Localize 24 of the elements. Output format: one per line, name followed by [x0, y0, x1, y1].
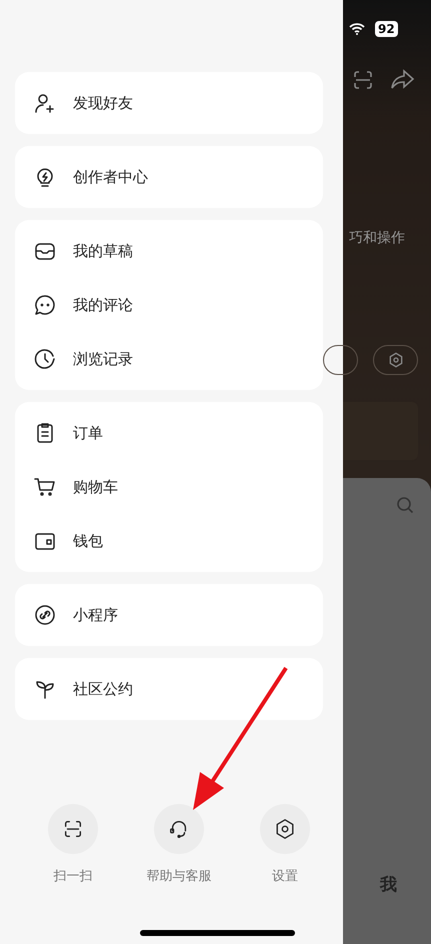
action-button[interactable]: 设置 [245, 804, 325, 886]
settings-icon [388, 352, 404, 368]
menu-item[interactable]: 钱包 [15, 514, 323, 568]
menu-item[interactable]: 我的草稿 [15, 224, 323, 278]
settings-icon [274, 818, 296, 840]
menu-item[interactable]: 浏览记录 [15, 332, 323, 386]
settings-pill-button[interactable] [373, 345, 418, 375]
menu-item[interactable]: 我的评论 [15, 278, 323, 332]
battery-level: 92 [375, 21, 398, 37]
menu-item[interactable]: 发现好友 [15, 76, 323, 130]
menu-item[interactable]: 小程序 [15, 588, 323, 642]
menu-item[interactable]: 社区公约 [15, 662, 323, 716]
menu-item[interactable]: 购物车 [15, 460, 323, 514]
link-icon [33, 603, 57, 627]
menu-item[interactable]: 创作者中心 [15, 150, 323, 204]
action-button[interactable]: 帮助与客服 [139, 804, 219, 886]
menu-item[interactable]: 订单 [15, 406, 323, 460]
clock-icon [33, 347, 57, 371]
page-text: 巧和操作 [349, 229, 405, 248]
pill-button[interactable] [323, 345, 358, 375]
speech-bubble-icon [33, 293, 57, 317]
wifi-icon [349, 23, 365, 35]
scan-icon[interactable] [351, 68, 375, 92]
action-button[interactable]: 扫一扫 [33, 804, 113, 886]
